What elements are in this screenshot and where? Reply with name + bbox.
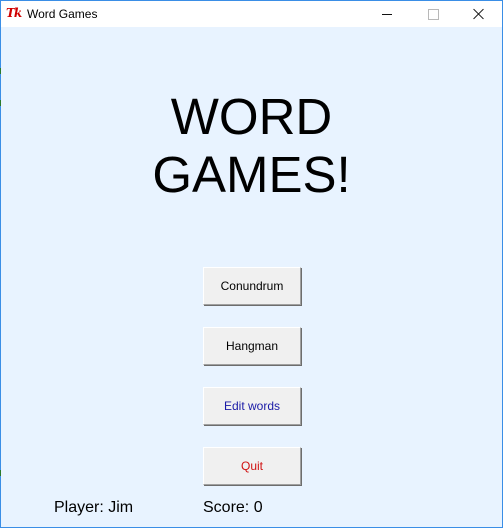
maximize-icon bbox=[427, 8, 439, 20]
heading-line-2: GAMES! bbox=[152, 146, 351, 203]
maximize-button[interactable] bbox=[410, 1, 456, 27]
app-window: Tk Word Games WORD GAMES! Conundrum Hang… bbox=[0, 0, 503, 528]
edge-mark bbox=[0, 68, 1, 74]
title-bar[interactable]: Tk Word Games bbox=[1, 1, 502, 27]
quit-button[interactable]: Quit bbox=[203, 447, 301, 485]
close-button[interactable] bbox=[456, 1, 502, 27]
score-label: Score: 0 bbox=[203, 499, 263, 516]
minimize-icon bbox=[382, 13, 392, 15]
edge-mark bbox=[0, 470, 1, 476]
tk-icon: Tk bbox=[6, 6, 22, 20]
conundrum-button[interactable]: Conundrum bbox=[203, 267, 301, 305]
edge-mark bbox=[0, 100, 1, 106]
player-label: Player: Jim bbox=[54, 499, 134, 516]
minimize-button[interactable] bbox=[364, 1, 410, 27]
heading-line-1: WORD bbox=[170, 88, 333, 145]
hangman-button[interactable]: Hangman bbox=[203, 327, 301, 365]
edit-words-button[interactable]: Edit words bbox=[203, 387, 301, 425]
window-title: Word Games bbox=[27, 7, 98, 21]
close-icon bbox=[473, 8, 485, 20]
